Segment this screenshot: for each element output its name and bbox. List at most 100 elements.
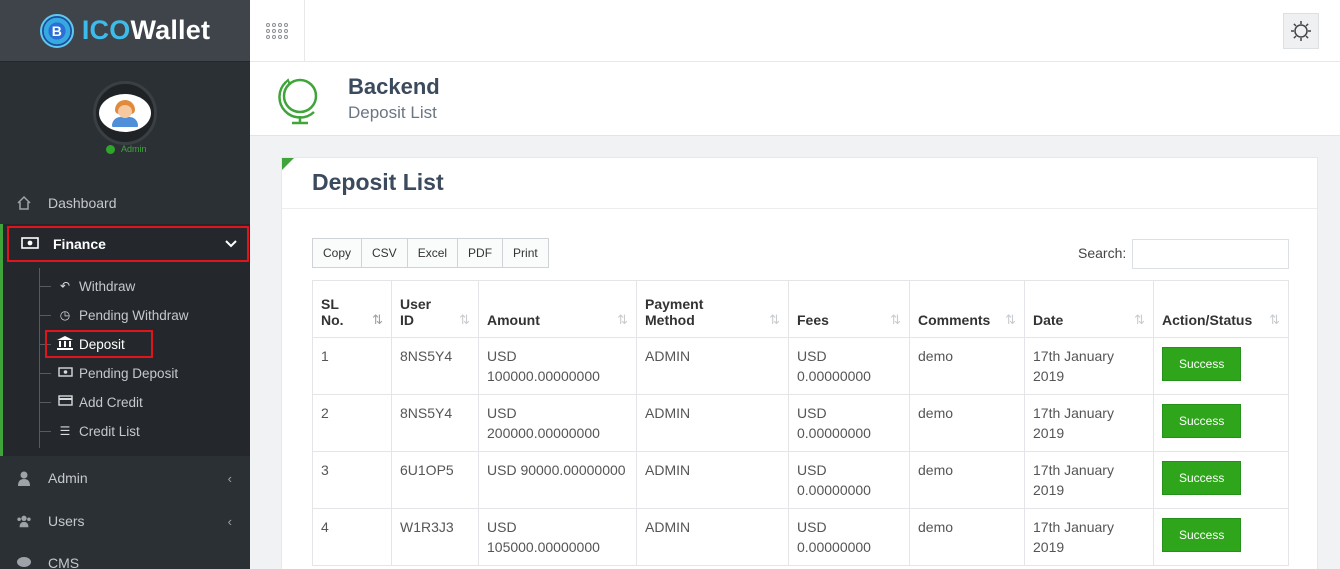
cell-comments: demo	[909, 451, 1025, 509]
cell-text: USD 100000.00000000	[487, 348, 600, 384]
sidebar-subitem-label: Pending Deposit	[79, 365, 179, 381]
brand[interactable]: B ICOWallet	[0, 0, 250, 62]
cell-text: 17th January 2019	[1033, 405, 1114, 441]
cell-fees: USD 0.00000000	[788, 451, 910, 509]
sidebar-subitem-label: Credit List	[79, 423, 140, 439]
cell-text: 3	[321, 462, 329, 478]
cell-text: 17th January 2019	[1033, 348, 1114, 384]
success-status-button[interactable]: Success	[1162, 518, 1242, 552]
sidebar: B ICOWallet Admin Dashboard Finance ↶ Wi…	[0, 0, 250, 569]
cell-text: USD 0.00000000	[797, 405, 871, 441]
cell-amount: USD 100000.00000000	[478, 337, 637, 395]
column-header-label: Payment Method	[645, 296, 704, 328]
pdf-button[interactable]: PDF	[458, 238, 504, 268]
cell-text: ADMIN	[645, 519, 691, 535]
sidebar-subitem-pending-withdraw[interactable]: ◷ Pending Withdraw	[39, 303, 189, 327]
cell-amount: USD 90000.00000000	[478, 451, 637, 509]
column-header-label: Date	[1033, 312, 1064, 328]
cell-user-id: 6U1OP5	[391, 451, 479, 509]
deposit-list-card: Deposit List Copy CSV Excel PDF Print Se…	[281, 157, 1318, 569]
logo-letter: B	[51, 22, 62, 39]
finance-section: Finance ↶ Withdraw ◷ Pending Withdraw De…	[0, 224, 250, 456]
globe-icon	[278, 78, 318, 125]
card-title: Deposit List	[312, 169, 444, 195]
search-input[interactable]	[1132, 239, 1289, 269]
list-icon: ☰	[59, 424, 71, 438]
column-header-fees[interactable]: Fees ⇅	[788, 280, 910, 338]
cell-text: USD 200000.00000000	[487, 405, 600, 441]
sort-icon: ⇅	[890, 312, 901, 327]
cell-text: USD 105000.00000000	[487, 519, 600, 555]
card-corner-accent	[282, 158, 294, 170]
sidebar-subitem-add-credit[interactable]: Add Credit	[39, 390, 143, 414]
brand-name: ICOWallet	[82, 15, 210, 46]
cell-text: 17th January 2019	[1033, 519, 1114, 555]
sort-icon: ⇅	[1269, 312, 1280, 327]
chevron-left-icon: ‹	[227, 470, 232, 486]
column-header-label: Action/Status	[1162, 312, 1253, 328]
table-row: 2 8NS5Y4 USD 200000.00000000 ADMIN USD 0.000…	[312, 394, 1289, 452]
cell-payment-method: ADMIN	[636, 508, 789, 566]
sidebar-item-label: Users	[48, 513, 85, 529]
topbar	[250, 0, 1340, 62]
cell-text: ADMIN	[645, 462, 691, 478]
card-divider	[282, 208, 1317, 209]
sort-icon: ⇅	[617, 312, 628, 327]
table-row: 3 6U1OP5 USD 90000.00000000 ADMIN USD 0.0000…	[312, 451, 1289, 509]
settings-button[interactable]	[1283, 13, 1319, 49]
success-status-button[interactable]: Success	[1162, 404, 1242, 438]
copy-button[interactable]: Copy	[312, 238, 363, 268]
cell-text: USD 90000.00000000	[487, 462, 626, 478]
cell-text: 1	[321, 348, 329, 364]
apps-grid-button[interactable]	[250, 0, 305, 61]
sidebar-subitem-label: Add Credit	[79, 394, 143, 410]
cell-text: USD 0.00000000	[797, 519, 871, 555]
success-status-button[interactable]: Success	[1162, 461, 1242, 495]
cell-comments: demo	[909, 508, 1025, 566]
sidebar-subitem-credit-list[interactable]: ☰ Credit List	[39, 419, 140, 443]
sidebar-subitem-label: Pending Withdraw	[79, 307, 189, 323]
sidebar-item-cms[interactable]: CMS	[0, 543, 250, 569]
csv-button[interactable]: CSV	[362, 238, 408, 268]
cell-text: ADMIN	[645, 405, 691, 421]
brand-suffix: Wallet	[130, 15, 211, 45]
sidebar-item-users[interactable]: Users ‹	[0, 501, 250, 541]
cell-date: 17th January 2019	[1024, 508, 1154, 566]
cell-text: demo	[918, 519, 954, 535]
cell-payment-method: ADMIN	[636, 451, 789, 509]
sidebar-item-label: CMS	[48, 555, 80, 569]
cell-sl-no: 4	[312, 508, 392, 566]
cell-fees: USD 0.00000000	[788, 508, 910, 566]
avatar[interactable]	[93, 81, 157, 145]
print-button[interactable]: Print	[503, 238, 549, 268]
money-icon	[21, 236, 39, 252]
sidebar-subitem-pending-deposit[interactable]: Pending Deposit	[39, 361, 178, 385]
sidebar-subitem-label: Withdraw	[79, 278, 136, 294]
column-header-user-id[interactable]: User ID ⇅	[391, 280, 479, 338]
cell-date: 17th January 2019	[1024, 451, 1154, 509]
role-label: Admin	[121, 144, 147, 154]
cell-sl-no: 2	[312, 394, 392, 452]
sidebar-item-admin[interactable]: Admin ‹	[0, 458, 250, 498]
sidebar-item-label: Finance	[53, 236, 106, 252]
excel-button[interactable]: Excel	[407, 238, 459, 268]
cell-amount: USD 105000.00000000	[478, 508, 637, 566]
column-header-date[interactable]: Date ⇅	[1024, 280, 1154, 338]
export-button-group: Copy CSV Excel PDF Print	[312, 238, 549, 268]
cell-text: USD 0.00000000	[797, 348, 871, 384]
sidebar-item-dashboard[interactable]: Dashboard	[0, 183, 250, 223]
page-title: Backend	[348, 74, 440, 99]
column-header-label: Comments	[918, 312, 991, 328]
column-header-sl-no[interactable]: SL No. ⇅	[312, 280, 392, 338]
sort-icon: ⇅	[769, 312, 780, 327]
sidebar-item-finance[interactable]: Finance	[7, 226, 249, 262]
success-status-button[interactable]: Success	[1162, 347, 1242, 381]
column-header-action-status[interactable]: Action/Status ⇅	[1153, 280, 1289, 338]
column-header-payment-method[interactable]: Payment Method ⇅	[636, 280, 789, 338]
sidebar-subitem-withdraw[interactable]: ↶ Withdraw	[39, 274, 135, 298]
home-icon	[16, 195, 32, 211]
column-header-amount[interactable]: Amount ⇅	[478, 280, 637, 338]
column-header-comments[interactable]: Comments ⇅	[909, 280, 1025, 338]
cell-text: 8NS5Y4	[400, 405, 453, 421]
column-header-label: SL No.	[321, 296, 344, 328]
